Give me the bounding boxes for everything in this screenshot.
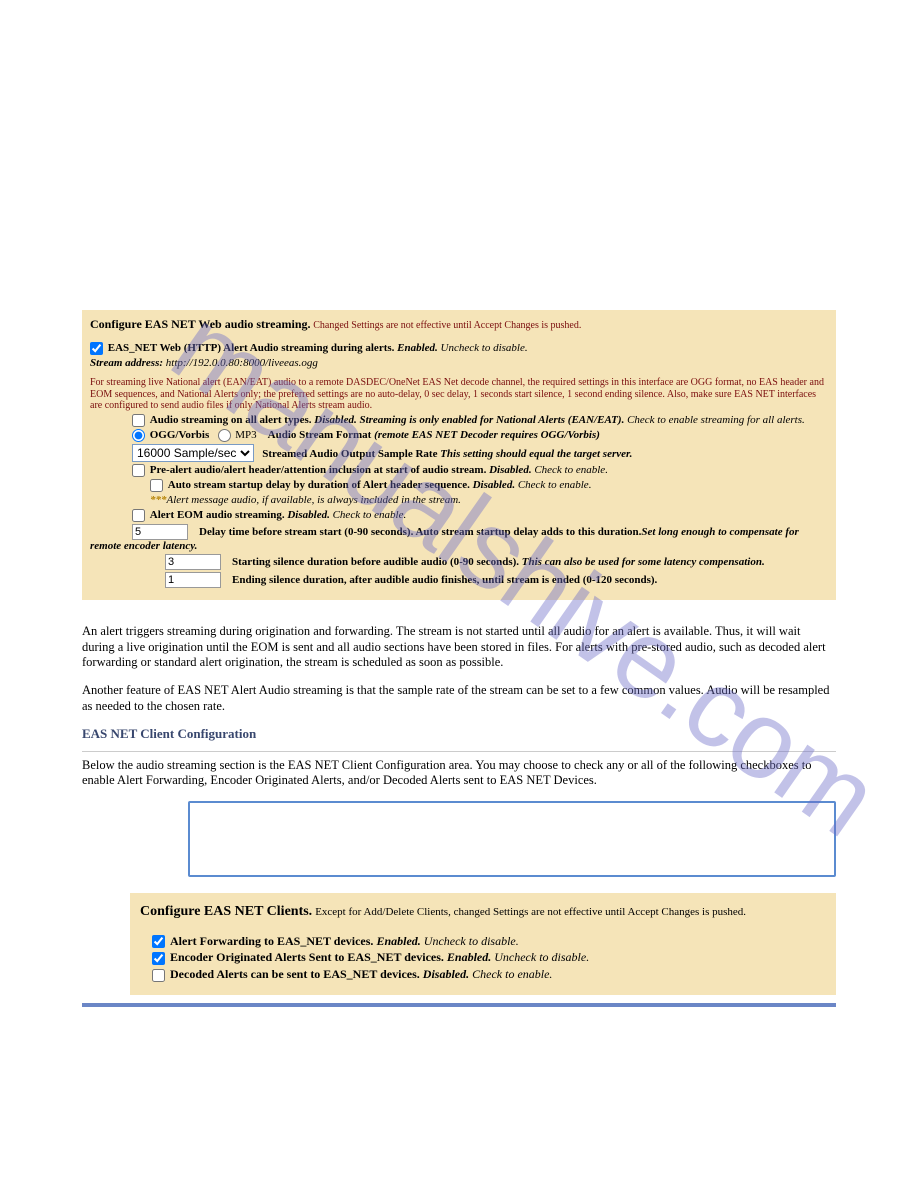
panel2-heading: Configure EAS NET Clients.: [140, 904, 312, 919]
eas-net-web-enable-hint: Uncheck to disable.: [441, 342, 528, 354]
format-mp3-label: MP3: [235, 429, 256, 441]
autodelay-state: Disabled.: [473, 479, 515, 491]
autodelay-hint: Check to enable.: [518, 479, 592, 491]
decoded-alerts-label: Decoded Alerts can be sent to EAS_NET de…: [170, 967, 420, 981]
encoder-originated-hint: Uncheck to disable.: [494, 950, 589, 964]
prealert-hint: Check to enable.: [534, 464, 608, 476]
body-p1: An alert triggers streaming during origi…: [82, 624, 836, 671]
autodelay-checkbox[interactable]: [150, 479, 163, 492]
decoded-alerts-state: Disabled.: [423, 967, 469, 981]
note-box-text: Note: Decoded alerts are alerts that are…: [204, 814, 809, 864]
sample-rate-select[interactable]: 16000 Sample/sec: [132, 444, 254, 462]
eas-net-web-enable-label: EAS_NET Web (HTTP) Alert Audio streaming…: [108, 342, 395, 354]
decoded-alerts-checkbox[interactable]: [152, 969, 165, 982]
section-heading: EAS NET Client Configuration: [82, 726, 836, 742]
clients-panel: Configure EAS NET Clients. Except for Ad…: [130, 893, 836, 994]
panel2-subnote: Except for Add/Delete Clients, changed S…: [315, 906, 746, 918]
eom-label-pre: Alert: [150, 509, 174, 521]
end-silence-input[interactable]: [165, 572, 221, 588]
all-alert-types-state: Disabled. Streaming is only enabled for …: [314, 414, 624, 426]
audio-streaming-panel: Configure EAS NET Web audio streaming. C…: [82, 310, 836, 600]
start-silence-label: Starting silence duration before audible…: [232, 556, 519, 568]
format-ogg-label: OGG/Vorbis: [150, 429, 210, 441]
panel1-heading: Configure EAS NET Web audio streaming.: [90, 317, 311, 331]
eas-net-web-enable-checkbox[interactable]: [90, 342, 103, 355]
stream-address-label: Stream address:: [90, 357, 163, 369]
stars-note-text: Alert message audio, if available, is al…: [167, 494, 461, 506]
section-rule: [82, 751, 836, 752]
eom-label-bold: EOM audio streaming.: [177, 509, 285, 521]
alert-forwarding-checkbox[interactable]: [152, 935, 165, 948]
prealert-checkbox[interactable]: [132, 464, 145, 477]
eom-hint: Check to enable.: [333, 509, 407, 521]
encoder-originated-checkbox[interactable]: [152, 952, 165, 965]
body-p2: Another feature of EAS NET Alert Audio s…: [82, 683, 836, 714]
alert-forwarding-state: Enabled.: [376, 934, 420, 948]
all-alert-types-label: Audio streaming on all alert types.: [150, 414, 312, 426]
advisory-text: For streaming live National alert (EAN/E…: [90, 377, 828, 412]
autodelay-label: Auto stream startup delay by duration of…: [168, 479, 470, 491]
prealert-label: Pre-alert audio/alert header/attention i…: [150, 464, 487, 476]
panel1-changed-note: Changed Settings are not effective until…: [313, 320, 581, 331]
start-silence-input[interactable]: [165, 554, 221, 570]
body-text-section: An alert triggers streaming during origi…: [82, 624, 836, 789]
sample-rate-label: Streamed Audio Output Sample Rate: [262, 448, 437, 460]
body-p3: Below the audio streaming section is the…: [82, 758, 836, 789]
format-ogg-radio[interactable]: [132, 429, 145, 442]
decoded-alerts-hint: Check to enable.: [472, 967, 552, 981]
alert-forwarding-label: Alert Forwarding to EAS_NET devices.: [170, 934, 373, 948]
sample-rate-hint: This setting should equal the target ser…: [440, 448, 632, 460]
delay-input[interactable]: [132, 524, 188, 540]
eom-state: Disabled.: [287, 509, 329, 521]
eas-net-web-enable-state: Enabled.: [397, 342, 438, 354]
format-hint: (remote EAS NET Decoder requires OGG/Vor…: [374, 429, 600, 441]
start-silence-hint: This can also be used for some latency c…: [522, 556, 765, 568]
footer-bar: [82, 1003, 836, 1007]
encoder-originated-label: Encoder Originated Alerts Sent to EAS_NE…: [170, 950, 444, 964]
end-silence-label: Ending silence duration, after audible a…: [232, 574, 657, 586]
format-mp3-radio[interactable]: [218, 429, 231, 442]
format-caption: Audio Stream Format: [268, 429, 372, 441]
alert-forwarding-hint: Uncheck to disable.: [424, 934, 519, 948]
all-alert-types-hint: Check to enable streaming for all alerts…: [627, 414, 805, 426]
note-box: Note: Decoded alerts are alerts that are…: [188, 801, 836, 878]
stream-address-value: http://192.0.0.80:8000/liveeas.ogg: [166, 357, 318, 369]
eom-checkbox[interactable]: [132, 509, 145, 522]
delay-label: Delay time before stream start (0-90 sec…: [199, 526, 641, 538]
encoder-originated-state: Enabled.: [447, 950, 491, 964]
all-alert-types-checkbox[interactable]: [132, 414, 145, 427]
prealert-state: Disabled.: [489, 464, 531, 476]
